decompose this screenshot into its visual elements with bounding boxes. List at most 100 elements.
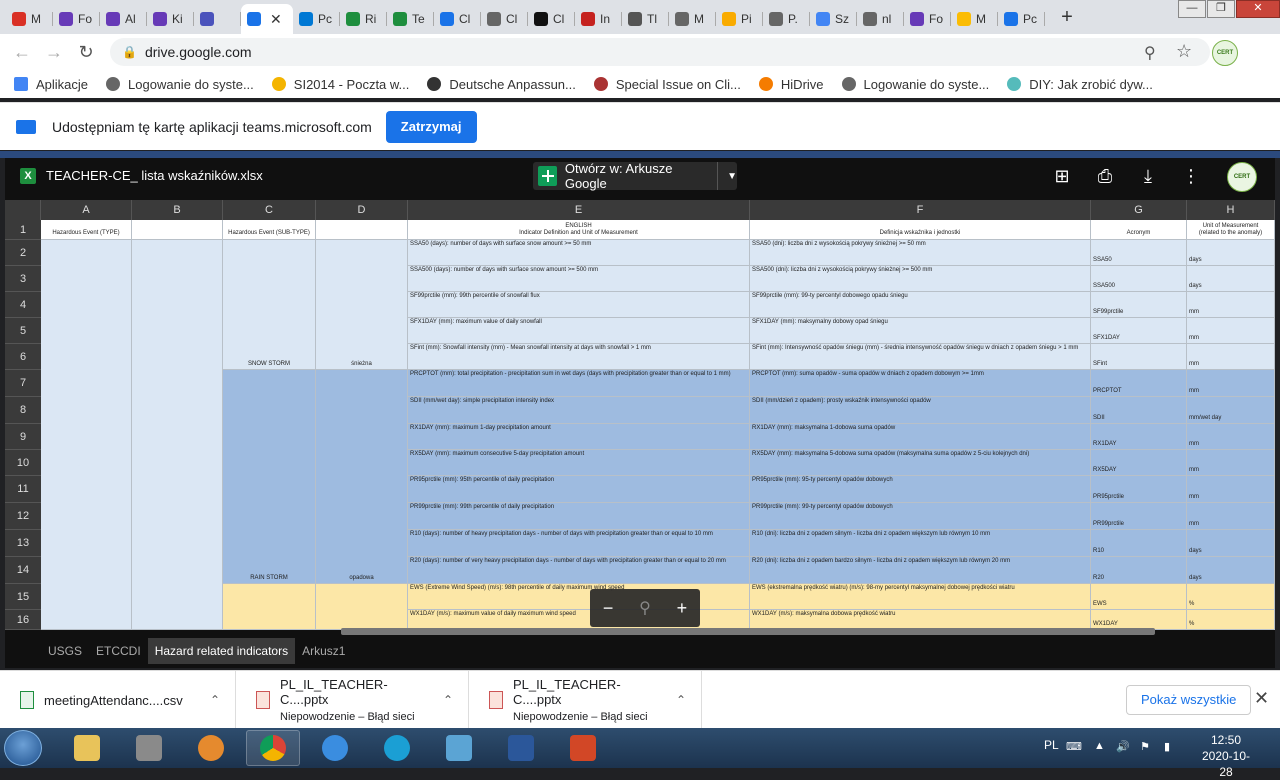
indicator-unit[interactable]: days (1187, 240, 1275, 266)
browser-tab[interactable]: Fo (53, 4, 100, 34)
indicator-definition-pl[interactable]: SSA500 (dni): liczba dni z wysokością po… (750, 266, 1091, 292)
taskbar-app-clapper[interactable] (122, 730, 176, 766)
zoom-out-button[interactable]: − (603, 598, 614, 619)
indicator-acronym[interactable]: SFX1DAY (1091, 318, 1187, 344)
chevron-up-icon[interactable]: ⌃ (210, 693, 220, 707)
indicator-definition-en[interactable]: PRCPTOT (mm): total precipitation - prec… (408, 370, 750, 397)
indicator-definition-pl[interactable]: PRCPTOT (mm): suma opadów - suma opadów … (750, 370, 1091, 397)
row-header[interactable]: 1 (5, 220, 41, 240)
indicator-definition-en[interactable]: SF99prctile (mm): 99th percentile of sno… (408, 292, 750, 318)
sheet-corner[interactable] (5, 200, 41, 220)
indicator-acronym[interactable]: SF99prctile (1091, 292, 1187, 318)
column-header-e[interactable]: E (408, 200, 750, 220)
browser-tab[interactable]: M (6, 4, 53, 34)
column-header-f[interactable]: F (750, 200, 1091, 220)
column-header-a[interactable]: A (41, 200, 132, 220)
horizontal-scrollbar[interactable] (341, 628, 1155, 635)
maximize-button[interactable]: ❐ (1207, 0, 1235, 18)
browser-tab[interactable] (194, 4, 241, 34)
start-button[interactable] (4, 730, 42, 766)
browser-tab[interactable]: Pc (293, 4, 340, 34)
indicator-unit[interactable]: % (1187, 584, 1275, 610)
print-icon[interactable]: ⎙ (1094, 166, 1116, 187)
indicator-definition-pl[interactable]: EWS (ekstremalna prędkość wiatru) (m/s):… (750, 584, 1091, 610)
browser-tab[interactable]: Pc (998, 4, 1045, 34)
indicator-definition-pl[interactable]: SDII (mm/dzień z opadem): prosty wskaźni… (750, 397, 1091, 424)
indicator-definition-en[interactable]: RX5DAY (mm): maximum consecutive 5-day p… (408, 450, 750, 476)
row-header[interactable]: 8 (5, 397, 41, 424)
tray-expand-icon[interactable]: ▲ (1094, 740, 1105, 752)
sheet-tab[interactable]: USGS (41, 638, 89, 664)
column-header-b[interactable]: B (132, 200, 223, 220)
row-header[interactable]: 7 (5, 370, 41, 397)
indicator-acronym[interactable]: R10 (1091, 530, 1187, 557)
browser-tab[interactable]: Ki (147, 4, 194, 34)
snow-storm-pl-cell[interactable]: śnieżna (316, 240, 408, 370)
indicator-definition-pl[interactable]: PR95prctile (mm): 95-ty percentyl opadów… (750, 476, 1091, 503)
indicator-acronym[interactable]: SFint (1091, 344, 1187, 370)
more-options-icon[interactable]: ⋮ (1180, 166, 1202, 187)
indicator-definition-en[interactable]: PR95prctile (mm): 95th percentile of dai… (408, 476, 750, 503)
back-arrow-icon[interactable]: ← (6, 42, 38, 63)
indicator-definition-pl[interactable]: SF99prctile (mm): 99-ty percentyl dobowe… (750, 292, 1091, 318)
header-cell-b[interactable] (132, 220, 223, 240)
column-header-d[interactable]: D (316, 200, 408, 220)
row-header[interactable]: 11 (5, 476, 41, 503)
row-header[interactable]: 6 (5, 344, 41, 370)
browser-tab[interactable]: M (951, 4, 998, 34)
taskbar-edge[interactable] (370, 730, 424, 766)
wind-storm-cell[interactable] (223, 584, 316, 630)
viewer-profile-avatar[interactable]: CERT (1227, 162, 1257, 192)
taskbar-people[interactable] (432, 730, 486, 766)
browser-tab[interactable]: Al (100, 4, 147, 34)
indicator-definition-pl[interactable]: SFint (mm): Intensywność opadów śniegu (… (750, 344, 1091, 370)
indicator-unit[interactable]: mm (1187, 503, 1275, 530)
header-cell-d[interactable] (316, 220, 408, 240)
indicator-acronym[interactable]: WX1DAY (1091, 610, 1187, 630)
sheet-tab[interactable]: Arkusz1 (295, 638, 352, 664)
bookmark-item[interactable]: SI2014 - Poczta w... (271, 77, 409, 92)
bookmark-item[interactable]: HiDrive (758, 77, 824, 92)
browser-tab[interactable]: Cl (481, 4, 528, 34)
indicator-definition-en[interactable]: SFint (mm): Snowfall intensity (mm) - Me… (408, 344, 750, 370)
close-tab-icon[interactable]: ✕ (270, 11, 282, 28)
zoom-magnifier-icon[interactable]: ⚲ (1144, 43, 1156, 63)
zoom-in-button[interactable]: + (677, 598, 688, 619)
header-hazard-subtype[interactable]: Hazardous Event (SUB-TYPE) (223, 220, 316, 240)
chevron-up-icon[interactable]: ⌃ (676, 693, 686, 707)
row-header[interactable]: 13 (5, 530, 41, 557)
browser-tab[interactable]: nl (857, 4, 904, 34)
column-header-g[interactable]: G (1091, 200, 1187, 220)
browser-tab[interactable]: In (575, 4, 622, 34)
taskbar-media-player[interactable] (184, 730, 238, 766)
row-header[interactable]: 12 (5, 503, 41, 530)
bookmark-item[interactable]: Special Issue on Cli... (593, 77, 741, 92)
hazard-type-cell[interactable] (41, 240, 132, 630)
indicator-definition-en[interactable]: R20 (days): number of very heavy precipi… (408, 557, 750, 584)
indicator-acronym[interactable]: PR99prctile (1091, 503, 1187, 530)
show-all-downloads-button[interactable]: Pokaż wszystkie (1126, 685, 1252, 715)
indicator-definition-en[interactable]: PR99prctile (mm): 99th percentile of dai… (408, 503, 750, 530)
bookmark-item[interactable]: Aplikacje (14, 77, 88, 92)
taskbar-internet-explorer[interactable] (308, 730, 362, 766)
minimize-button[interactable]: — (1178, 0, 1206, 18)
column-header-c[interactable]: C (223, 200, 316, 220)
keyboard-icon[interactable]: ⌨ (1066, 740, 1082, 753)
indicator-acronym[interactable]: SSA500 (1091, 266, 1187, 292)
bookmark-item[interactable]: Deutsche Anpassun... (427, 77, 576, 92)
browser-tab[interactable]: Fo (904, 4, 951, 34)
signal-icon[interactable]: ▮ (1164, 740, 1170, 753)
sheet-tab[interactable]: ETCCDI (89, 638, 148, 664)
profile-avatar[interactable]: CERT (1212, 40, 1238, 66)
header-english[interactable]: ENGLISH Indicator Definition and Unit of … (408, 220, 750, 240)
rain-storm-cell[interactable]: RAIN STORM (223, 370, 316, 584)
indicator-acronym[interactable]: RX5DAY (1091, 450, 1187, 476)
row-header[interactable]: 3 (5, 266, 41, 292)
taskbar-powerpoint[interactable] (556, 730, 610, 766)
new-tab-button[interactable]: + (1055, 6, 1079, 30)
indicator-acronym[interactable]: RX1DAY (1091, 424, 1187, 450)
indicator-unit[interactable]: days (1187, 266, 1275, 292)
indicator-acronym[interactable]: PR95prctile (1091, 476, 1187, 503)
indicator-unit[interactable]: mm (1187, 344, 1275, 370)
indicator-definition-pl[interactable]: PR99prctile (mm): 99-ty percentyl opadów… (750, 503, 1091, 530)
